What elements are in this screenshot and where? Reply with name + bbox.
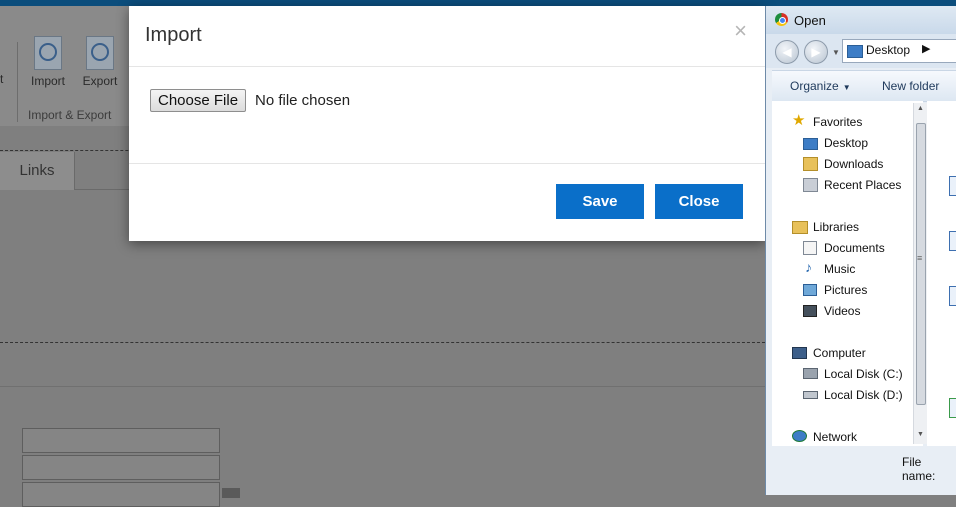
ribbon-group-label: Import & Export [28, 108, 112, 122]
breadcrumb-arrow-icon[interactable]: ▶ [922, 42, 930, 55]
dialog-navbar: ◀ ▶ ▼ Desktop ▶ [766, 34, 956, 68]
form-input-1[interactable] [22, 428, 220, 453]
documents-icon [803, 241, 817, 255]
import-icon [34, 36, 62, 70]
file-list-pane[interactable] [927, 101, 956, 446]
desktop-icon [803, 138, 818, 150]
scrollbar-thumb[interactable] [916, 123, 926, 405]
file-icon[interactable] [949, 398, 956, 418]
tree-item-local-disk-c[interactable]: Local Disk (C:) [824, 367, 903, 381]
tree-item-local-disk-d[interactable]: Local Disk (D:) [824, 388, 903, 402]
export-icon [86, 36, 114, 70]
modal-header-divider [129, 66, 765, 67]
network-icon [792, 430, 807, 442]
export-ribbon-button[interactable]: Export [78, 36, 122, 88]
organize-menu[interactable]: Organize ▼ [790, 79, 851, 93]
modal-title: Import [145, 24, 202, 46]
close-button[interactable]: Close [655, 184, 743, 219]
file-icon[interactable] [949, 176, 956, 196]
import-ribbon-label: Import [30, 74, 65, 88]
choose-file-button[interactable]: Choose File [150, 89, 247, 112]
navigation-pane: ★ Favorites Desktop Downloads Recent Pla… [772, 101, 923, 446]
tree-item-libraries[interactable]: Libraries [813, 220, 859, 234]
new-folder-button[interactable]: New folder [882, 79, 939, 93]
file-name-label: File name: [902, 455, 936, 483]
form-input-2[interactable] [22, 455, 220, 480]
organize-label: Organize [790, 79, 839, 93]
address-bar[interactable]: Desktop ▶ [842, 39, 956, 63]
file-icon[interactable] [949, 231, 956, 251]
chevron-down-icon: ▼ [842, 83, 851, 92]
scroll-up-icon[interactable]: ▲ [917, 105, 924, 112]
scrollbar-grip-icon: ≡ [917, 253, 923, 263]
dialog-title: Open [794, 13, 826, 28]
export-ribbon-label: Export [82, 74, 118, 88]
tree-item-computer[interactable]: Computer [813, 346, 866, 360]
local-disk-d-icon [803, 391, 818, 399]
tab-links[interactable]: Links [0, 152, 75, 190]
close-icon[interactable]: × [734, 18, 747, 44]
ribbon-cut-label: t [0, 72, 4, 86]
back-arrow-icon[interactable]: ◀ [775, 40, 799, 64]
star-icon: ★ [792, 112, 806, 129]
save-button[interactable]: Save [556, 184, 644, 219]
pictures-icon [803, 284, 817, 296]
music-icon: ♪ [805, 259, 812, 275]
tree-item-recent-places[interactable]: Recent Places [824, 178, 901, 192]
tree-item-videos[interactable]: Videos [824, 304, 860, 318]
local-disk-c-icon [803, 368, 818, 379]
file-icon[interactable] [949, 286, 956, 306]
calendar-icon[interactable] [222, 488, 240, 498]
forward-arrow-icon[interactable]: ▶ [804, 40, 828, 64]
address-text: Desktop [866, 43, 911, 57]
dialog-toolbar: Organize ▼ New folder [772, 70, 956, 102]
file-status-text: No file chosen [255, 92, 351, 109]
tree-item-desktop[interactable]: Desktop [824, 136, 868, 150]
ribbon-separator [17, 42, 18, 122]
tree-item-favorites[interactable]: Favorites [813, 115, 862, 129]
open-file-dialog: Open ◀ ▶ ▼ Desktop ▶ Organize ▼ New folde… [765, 6, 956, 495]
chrome-icon [775, 13, 788, 26]
dialog-titlebar: Open [766, 6, 956, 34]
tree-item-network[interactable]: Network [813, 430, 857, 444]
recent-places-icon [803, 178, 818, 192]
tree-item-documents[interactable]: Documents [824, 241, 885, 255]
computer-icon [792, 347, 807, 359]
tree-item-music[interactable]: Music [824, 262, 855, 276]
tree-item-pictures[interactable]: Pictures [824, 283, 867, 297]
history-dropdown-icon[interactable]: ▼ [832, 48, 840, 57]
scroll-down-icon[interactable]: ▼ [917, 431, 924, 438]
section-divider [0, 386, 770, 387]
desktop-icon [847, 45, 863, 58]
import-modal: Import × Choose File No file chosen Save… [129, 6, 765, 241]
downloads-folder-icon [803, 157, 818, 171]
videos-icon [803, 305, 817, 317]
libraries-icon [792, 221, 808, 234]
tree-item-downloads[interactable]: Downloads [824, 157, 883, 171]
import-ribbon-button[interactable]: Import [26, 36, 70, 88]
navigation-scrollbar[interactable]: ▲ ≡ ▼ [913, 103, 927, 444]
modal-footer-divider [129, 163, 765, 164]
dashed-divider-2 [0, 342, 770, 343]
